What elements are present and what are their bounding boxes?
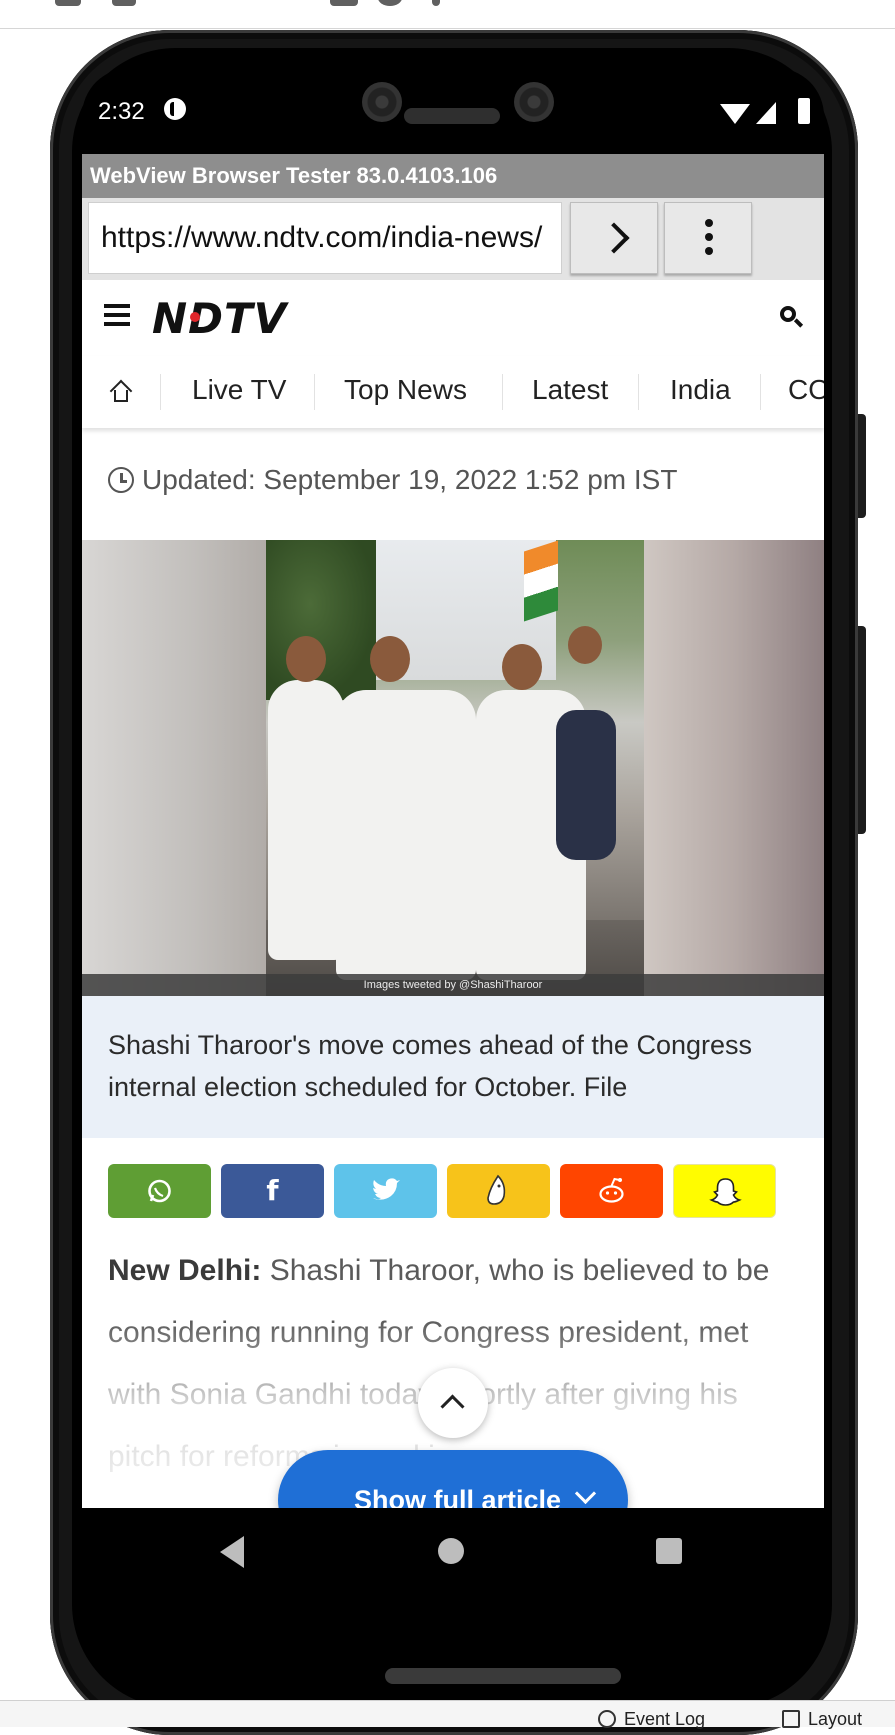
- share-reddit-button[interactable]: [560, 1164, 663, 1218]
- updated-timestamp: Updated: September 19, 2022 1:52 pm IST: [108, 464, 677, 496]
- host-toolbar-icon[interactable]: [55, 0, 81, 6]
- back-icon[interactable]: [220, 1536, 244, 1568]
- wifi-icon: [720, 104, 750, 124]
- site-logo[interactable]: NDTV: [152, 294, 287, 343]
- host-toolbar-icon[interactable]: [378, 0, 402, 6]
- article-dateline: New Delhi:: [108, 1254, 262, 1287]
- host-window-toolbar: [0, 0, 895, 29]
- show-full-article-label: Show full article: [354, 1485, 562, 1508]
- home-icon[interactable]: [109, 379, 133, 403]
- volume-button[interactable]: [858, 626, 866, 834]
- facebook-icon: f: [266, 1174, 279, 1207]
- cell-signal-icon: [756, 102, 776, 124]
- status-time: 2:32: [98, 98, 145, 125]
- search-icon[interactable]: [780, 306, 802, 328]
- earpiece: [404, 108, 500, 124]
- power-button[interactable]: [858, 414, 866, 518]
- hamburger-menu-icon[interactable]: [104, 304, 130, 330]
- nav-separator: [160, 374, 161, 410]
- twitter-icon: [373, 1178, 400, 1200]
- front-camera-icon: [514, 82, 554, 122]
- layout-icon: [782, 1710, 800, 1728]
- nav-separator: [314, 374, 315, 410]
- chevron-right-icon: [598, 222, 630, 254]
- notification-icon: [164, 98, 186, 120]
- nav-item-live-tv[interactable]: Live TV: [192, 374, 286, 406]
- nav-item-latest[interactable]: Latest: [532, 374, 608, 406]
- whatsapp-icon: [148, 1179, 171, 1203]
- nav-item-covid[interactable]: CO: [788, 374, 824, 406]
- event-log-icon: [598, 1710, 616, 1728]
- nav-separator: [502, 374, 503, 410]
- share-bar: f: [108, 1164, 800, 1218]
- section-nav: Live TV Top News Latest India CO: [82, 356, 824, 428]
- share-snapchat-button[interactable]: [673, 1164, 776, 1218]
- updated-text: Updated: September 19, 2022 1:52 pm IST: [142, 464, 678, 495]
- photo: [266, 540, 644, 996]
- image-caption: Shashi Tharoor's move comes ahead of the…: [82, 996, 824, 1138]
- layout-tool[interactable]: Layout: [782, 1709, 862, 1730]
- nav-separator: [638, 374, 639, 410]
- share-twitter-button[interactable]: [334, 1164, 437, 1218]
- overflow-menu-button[interactable]: [664, 202, 752, 274]
- more-vert-icon: [705, 219, 713, 227]
- koo-icon: [487, 1174, 506, 1205]
- app-title-bar: WebView Browser Tester 83.0.4103.106: [82, 154, 824, 198]
- image-caption-text: Shashi Tharoor's move comes ahead of the…: [108, 1030, 753, 1102]
- go-button[interactable]: [570, 202, 658, 274]
- nav-separator: [760, 374, 761, 410]
- home-circle-icon[interactable]: [438, 1538, 464, 1564]
- snapchat-icon: [709, 1178, 742, 1206]
- image-credit-bar: Images tweeted by @ShashiTharoor: [82, 974, 824, 996]
- battery-icon: [798, 98, 810, 124]
- front-camera-icon: [362, 82, 402, 122]
- reddit-icon: [599, 1177, 624, 1203]
- clock-icon: [108, 467, 134, 493]
- image-blur-right: [644, 540, 824, 996]
- url-input[interactable]: https://www.ndtv.com/india-news/: [88, 202, 562, 274]
- host-toolbar-icon[interactable]: [112, 0, 136, 6]
- url-toolbar: https://www.ndtv.com/india-news/: [82, 198, 824, 280]
- share-koo-button[interactable]: [447, 1164, 550, 1218]
- site-header: NDTV: [82, 280, 824, 356]
- device-screen: 2:32 WebView Browser Tester 83.0.4103.10…: [82, 68, 824, 1592]
- article-image[interactable]: Images tweeted by @ShashiTharoor: [82, 540, 824, 996]
- camera-notch: [322, 68, 584, 150]
- status-bar: 2:32: [82, 68, 824, 154]
- chevron-down-icon: [574, 1482, 597, 1505]
- android-navigation-bar: [82, 1508, 824, 1592]
- host-bottom-toolbar: Event Log Layout: [0, 1700, 895, 1730]
- nav-item-india[interactable]: India: [670, 374, 731, 406]
- share-whatsapp-button[interactable]: [108, 1164, 211, 1218]
- webview-content[interactable]: NDTV Live TV Top News Latest India CO Up…: [82, 280, 824, 1508]
- bottom-speaker: [385, 1668, 621, 1684]
- nav-item-top-news[interactable]: Top News: [344, 374, 467, 406]
- show-full-article-button[interactable]: Show full article: [278, 1450, 628, 1508]
- image-blur-left: [82, 540, 266, 996]
- host-toolbar-icon[interactable]: [330, 0, 358, 6]
- host-toolbar-icon[interactable]: [432, 0, 440, 6]
- share-facebook-button[interactable]: f: [221, 1164, 324, 1218]
- scroll-to-top-button[interactable]: [418, 1368, 488, 1438]
- recents-icon[interactable]: [656, 1538, 682, 1564]
- flag-shape: [524, 540, 558, 622]
- image-credit: Images tweeted by @ShashiTharoor: [363, 979, 543, 991]
- logo-dot: [190, 312, 200, 322]
- event-log-tool[interactable]: Event Log: [598, 1709, 705, 1730]
